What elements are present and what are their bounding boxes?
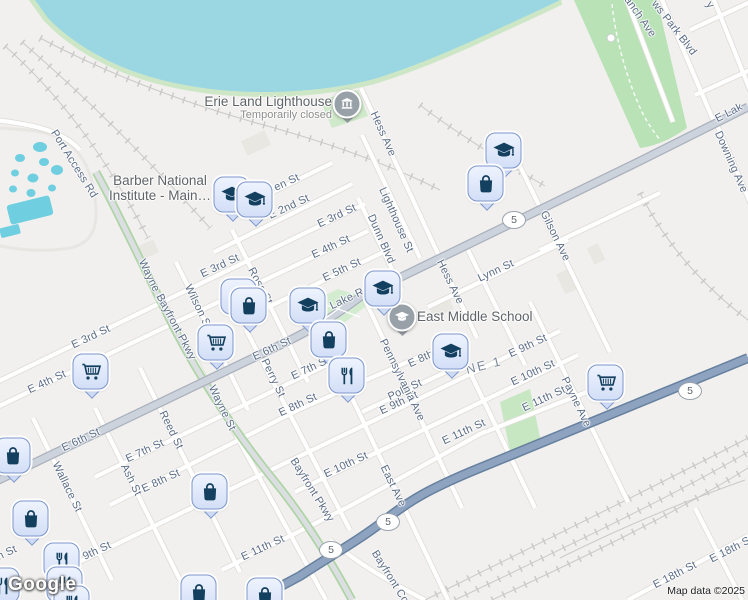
route-number: 5 (328, 544, 334, 556)
map-attribution: Map data ©2025 (667, 585, 745, 597)
graduation-cap-icon (364, 270, 401, 307)
marker-shopping-bag[interactable] (246, 577, 286, 600)
poi-label-barber-national-institute[interactable]: Barber National Institute - Main… (95, 173, 225, 203)
route-number: 5 (385, 516, 391, 528)
shopping-bag-icon (191, 473, 228, 510)
poi-name[interactable]: East Middle School (417, 309, 533, 324)
marker-shopping-bag[interactable] (180, 574, 220, 600)
graduation-cap-icon (432, 333, 469, 370)
shopping-cart-icon (587, 364, 624, 401)
poi-name[interactable]: Barber National (95, 173, 225, 188)
shopping-bag-icon (230, 287, 267, 324)
poi-name[interactable]: Erie Land Lighthouse (182, 94, 332, 109)
restaurant-icon (328, 357, 365, 394)
shopping-bag-icon (0, 437, 31, 474)
shopping-bag-icon (467, 165, 504, 202)
marker-shopping-bag[interactable] (191, 473, 231, 519)
route-5-shield: 5 (678, 382, 702, 400)
marker-shopping-bag[interactable] (0, 437, 34, 483)
graduation-cap-icon (236, 181, 273, 218)
marker-shopping-bag[interactable] (310, 321, 350, 367)
route-number: 5 (687, 385, 693, 397)
historic-building-icon (332, 89, 362, 119)
shopping-bag-icon (12, 500, 49, 537)
route-5-shield: 5 (376, 513, 400, 531)
shopping-bag-icon (246, 577, 283, 600)
poi-name[interactable]: Institute - Main… (95, 188, 225, 203)
marker-graduation-cap[interactable] (236, 181, 276, 227)
poi-label-erie-land-lighthouse[interactable]: Erie Land Lighthouse Temporarily closed (182, 94, 332, 121)
poi-label-east-middle-school[interactable]: East Middle School (417, 309, 533, 324)
shopping-bag-icon (310, 321, 347, 358)
poi-status: Temporarily closed (240, 109, 332, 121)
marker-shopping-cart[interactable] (197, 324, 237, 370)
marker-shopping-bag[interactable] (230, 287, 270, 333)
marker-shopping-cart[interactable] (587, 364, 627, 410)
poi-icon-historic-building[interactable] (332, 89, 362, 124)
graduation-cap-icon (289, 287, 326, 324)
route-number: 5 (511, 214, 517, 226)
route-5-shield: 5 (502, 211, 526, 229)
google-logo[interactable]: Google (8, 574, 76, 596)
marker-shopping-bag[interactable] (12, 500, 52, 546)
marker-shopping-bag[interactable] (467, 165, 507, 211)
graduation-cap-icon (485, 132, 522, 169)
marker-graduation-cap[interactable] (364, 270, 404, 316)
map[interactable]: Erie Land Lighthouse Temporarily closed … (0, 0, 748, 600)
shopping-cart-icon (72, 353, 109, 390)
shopping-bag-icon (180, 574, 217, 600)
marker-shopping-cart[interactable] (72, 353, 112, 399)
shopping-cart-icon (197, 324, 234, 361)
marker-restaurant[interactable] (328, 357, 368, 403)
route-5-shield: 5 (319, 541, 343, 559)
marker-graduation-cap[interactable] (432, 333, 472, 379)
